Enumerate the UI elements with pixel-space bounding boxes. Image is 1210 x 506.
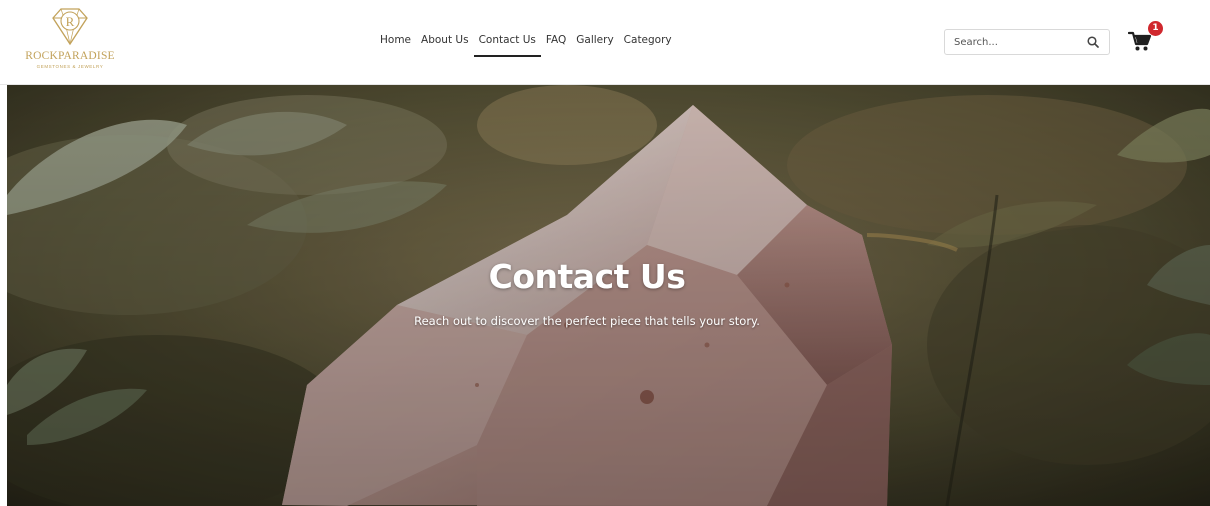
logo-monogram: R — [66, 14, 75, 29]
shopping-cart-icon[interactable] — [1128, 30, 1152, 52]
nav-item-category[interactable]: Category — [619, 33, 677, 57]
cart-count-badge: 1 — [1148, 21, 1163, 36]
logo-tagline: GEMSTONES & JEWELRY — [36, 64, 104, 69]
site-logo[interactable]: R ROCKPARADISE GEMSTONES & JEWELRY — [18, 6, 122, 78]
nav-item-about-us[interactable]: About Us — [416, 33, 474, 57]
nav-item-faq[interactable]: FAQ — [541, 33, 571, 57]
main-nav: Home About Us Contact Us FAQ Gallery Cat… — [380, 33, 677, 57]
hero-subtitle: Reach out to discover the perfect piece … — [414, 314, 760, 328]
hero-title: Contact Us — [488, 257, 686, 296]
logo-wordmark: ROCKPARADISE — [25, 50, 115, 62]
search-input[interactable] — [945, 30, 1075, 54]
nav-item-gallery[interactable]: Gallery — [571, 33, 618, 57]
nav-item-home[interactable]: Home — [380, 33, 416, 57]
logo-emblem-icon: R — [52, 8, 88, 46]
search-icon[interactable] — [1087, 36, 1099, 48]
site-header: R ROCKPARADISE GEMSTONES & JEWELRY Home … — [0, 0, 1210, 85]
search-box — [944, 29, 1110, 55]
page: R ROCKPARADISE GEMSTONES & JEWELRY Home … — [0, 0, 1210, 506]
hero-banner: Contact Us Reach out to discover the per… — [7, 85, 1210, 506]
nav-item-contact-us[interactable]: Contact Us — [473, 33, 541, 57]
